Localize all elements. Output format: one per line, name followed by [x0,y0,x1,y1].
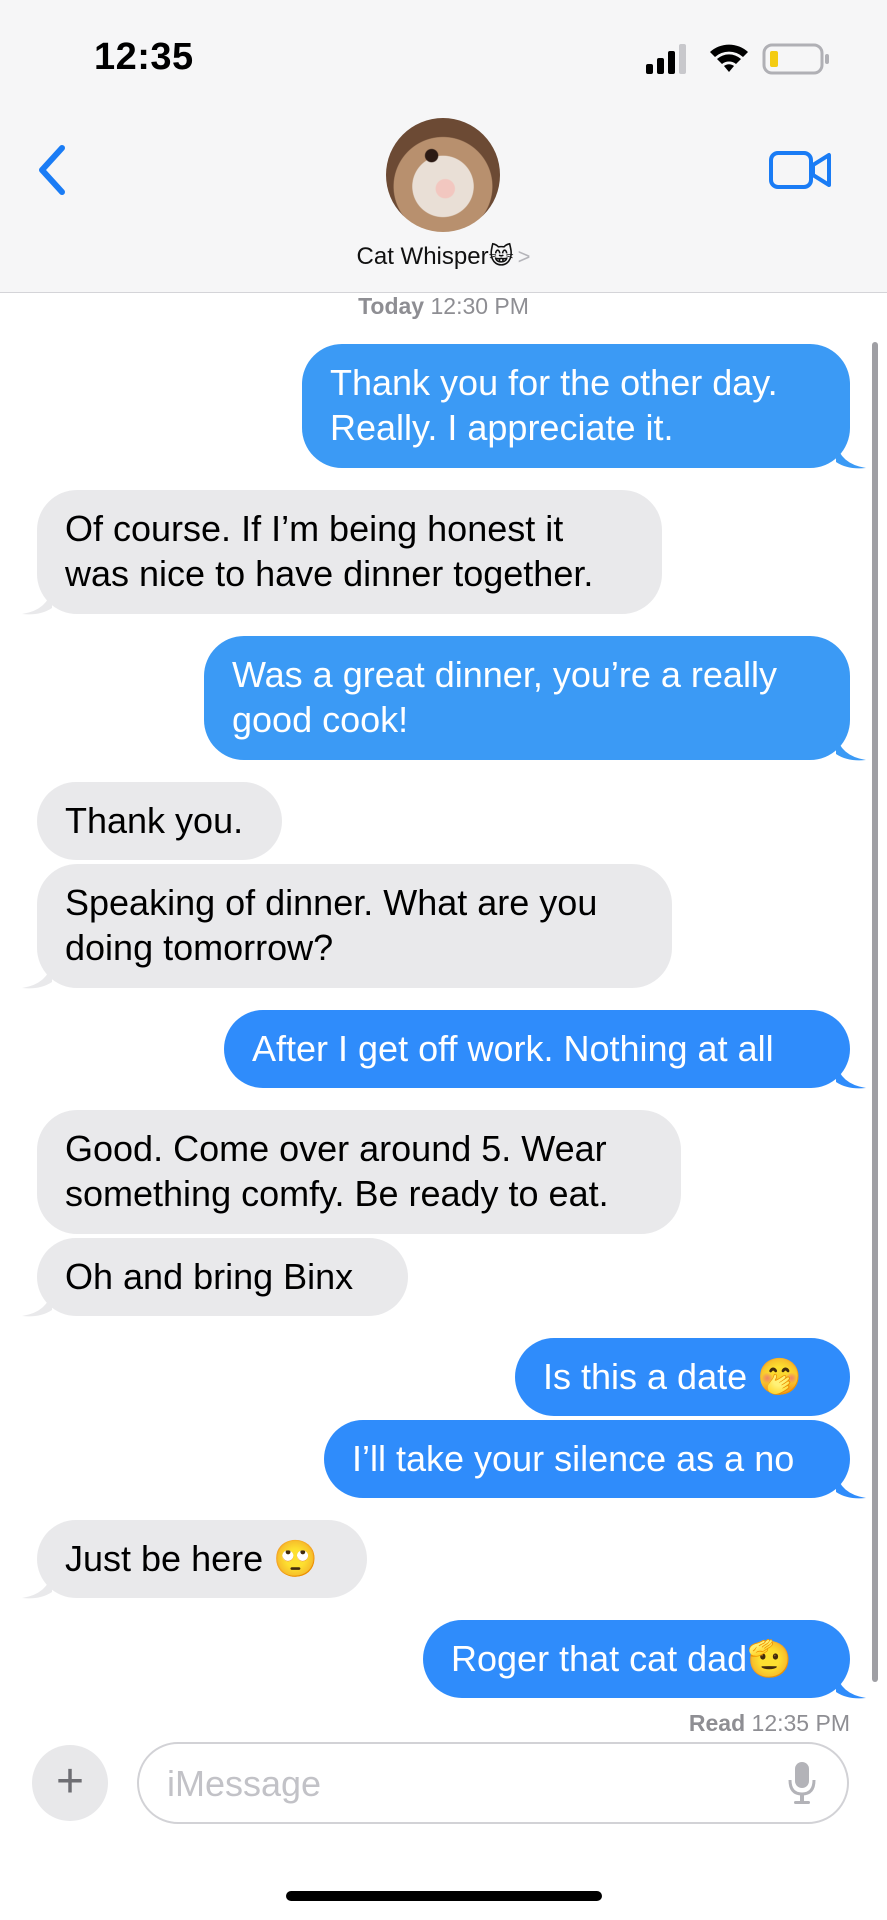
read-time: 12:35 PM [751,1710,850,1736]
back-chevron-icon[interactable] [30,140,74,200]
message-input[interactable] [165,1756,769,1812]
outgoing-bubble-tail [836,734,866,761]
contact-name-button[interactable]: Cat Whisper😸 > [0,242,887,271]
outgoing-bubble-tail [836,1062,866,1089]
outgoing-message[interactable]: After I get off work. Nothing at all [224,1010,850,1088]
wifi-icon [710,44,748,72]
read-label: Read [688,1710,746,1736]
outgoing-bubble-tail [836,1672,866,1699]
home-indicator[interactable] [286,1891,602,1901]
cellular-signal-icon [646,44,686,74]
incoming-message[interactable]: Of course. If I’m being honest it was ni… [37,490,662,614]
status-time: 12:35 [94,36,194,78]
outgoing-message[interactable]: I’ll take your silence as a no [324,1420,850,1498]
add-attachment-button[interactable]: + [32,1745,108,1821]
message-field[interactable] [137,1742,849,1824]
incoming-bubble-tail [22,1572,52,1599]
contact-chevron-icon: > [517,244,531,269]
incoming-bubble-tail [22,588,52,615]
facetime-video-icon[interactable] [768,148,832,192]
timestamp-day: Today [358,293,425,319]
outgoing-message[interactable]: Is this a date 🤭 [515,1338,850,1416]
contact-avatar[interactable] [386,118,500,232]
outgoing-message[interactable]: Thank you for the other day. Really. I a… [302,344,850,468]
battery-icon [762,43,829,75]
thread-timestamp: Today 12:30 PM [0,293,887,320]
outgoing-message[interactable]: Roger that cat dad🫡 [423,1620,850,1698]
incoming-bubble-tail [22,1290,52,1317]
contact-name: Cat Whisper [356,243,489,270]
scrollbar[interactable] [872,342,878,1682]
outgoing-message[interactable]: Was a great dinner, you’re a really good… [204,636,850,760]
microphone-icon[interactable] [787,1760,817,1806]
incoming-message[interactable]: Good. Come over around 5. Wear something… [37,1110,681,1234]
incoming-message[interactable]: Speaking of dinner. What are you doing t… [37,864,672,988]
incoming-bubble-tail [22,962,52,989]
outgoing-bubble-tail [836,442,866,469]
cat-emoji: 😸 [488,243,514,270]
outgoing-bubble-tail [836,1472,866,1499]
timestamp-time: 12:30 PM [430,293,529,319]
incoming-message[interactable]: Oh and bring Binx [37,1238,408,1316]
incoming-message[interactable]: Thank you. [37,782,282,860]
read-receipt: Read 12:35 PM [560,1710,850,1737]
incoming-message[interactable]: Just be here 🙄 [37,1520,367,1598]
